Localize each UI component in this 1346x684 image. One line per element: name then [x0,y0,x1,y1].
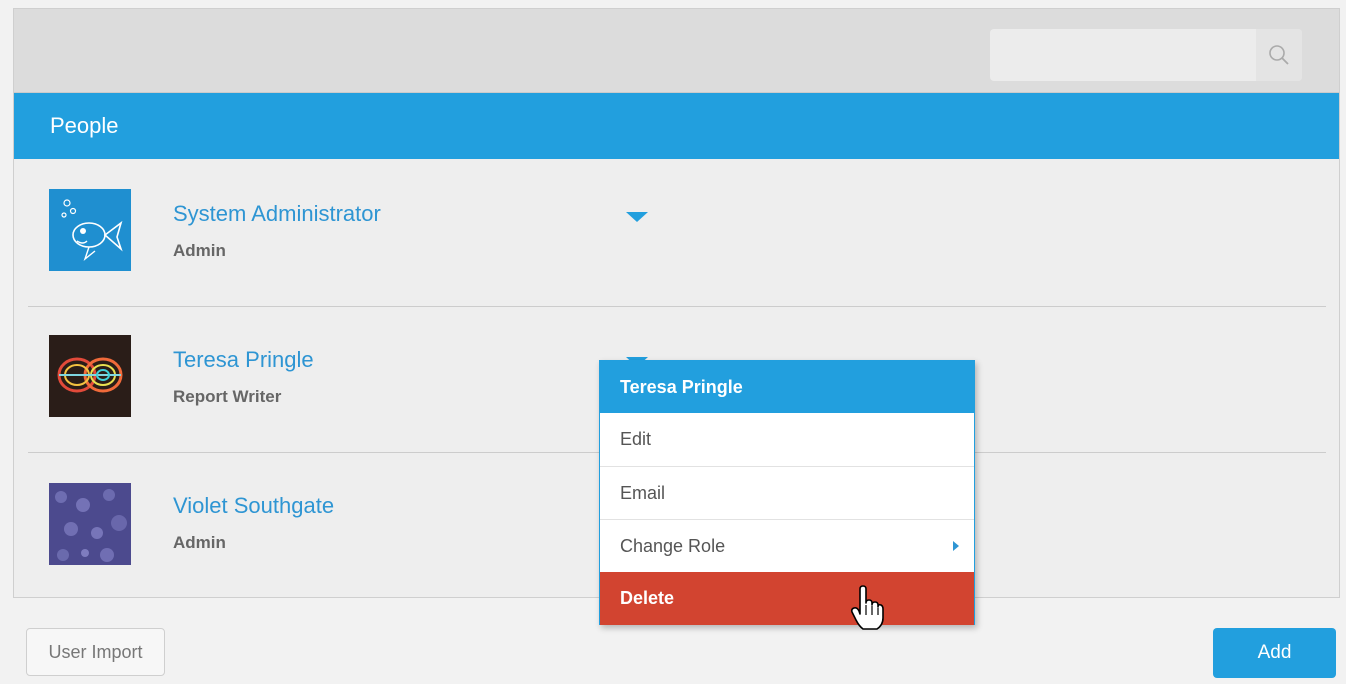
fish-avatar [49,189,131,271]
section-title: People [50,113,119,138]
add-button[interactable]: Add [1213,628,1336,678]
submenu-arrow-icon [953,541,959,551]
person-role: Admin [173,533,226,552]
search-icon [1269,45,1289,65]
person-name[interactable]: Teresa Pringle [173,347,314,373]
person-role: Report Writer [173,387,282,406]
menu-item-label: Edit [620,429,652,449]
user-import-button[interactable]: User Import [26,628,165,676]
search-input[interactable] [990,29,1255,81]
person-name[interactable]: System Administrator [173,201,381,227]
menu-item-edit[interactable]: Edit [600,413,974,466]
light-rings-avatar [49,335,131,417]
person-name[interactable]: Violet Southgate [173,493,334,519]
menu-item-label: Delete [620,588,675,608]
section-header: People [14,93,1339,159]
menu-item-email[interactable]: Email [600,466,974,519]
purple-bokeh-avatar [49,483,131,565]
context-menu-title: Teresa Pringle [600,361,974,413]
toolbar [14,9,1339,93]
person-role: Admin [173,241,226,260]
search-box [990,29,1302,81]
menu-item-delete[interactable]: Delete [600,572,974,625]
search-button[interactable] [1256,29,1302,81]
menu-item-label: Change Role [620,535,726,556]
context-menu: Teresa Pringle Edit Email Change Role De… [599,360,975,625]
row-menu-toggle[interactable] [626,212,648,222]
hand-cursor-icon [850,585,884,630]
menu-item-label: Email [620,482,666,503]
menu-item-change-role[interactable]: Change Role [600,519,974,572]
person-row: System Administrator Admin [14,159,1339,299]
